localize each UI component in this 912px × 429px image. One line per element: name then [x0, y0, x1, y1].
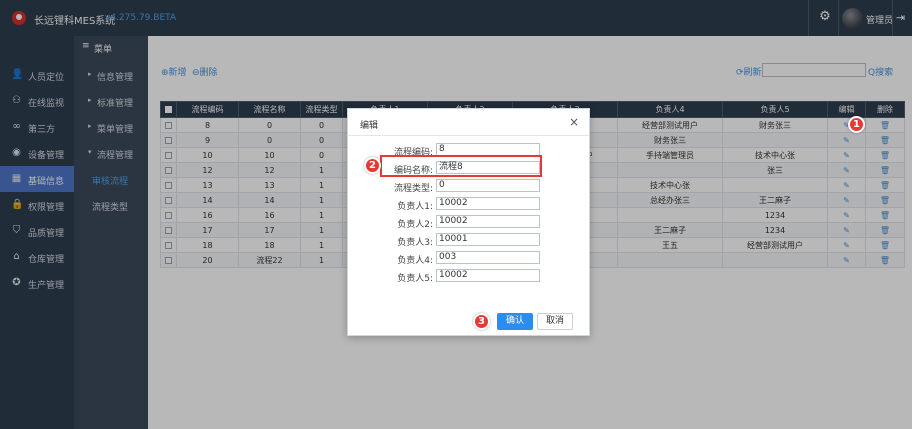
field-label: 流程类型:	[393, 184, 433, 194]
field-label: 负责人5:	[397, 274, 433, 284]
field-label: 负责人1:	[397, 202, 433, 212]
step-marker: 3	[473, 313, 490, 330]
field-process-type: 流程类型: 0	[348, 179, 591, 195]
divider	[348, 135, 589, 136]
step-marker: 2	[364, 157, 381, 174]
field-label: 负责人2:	[397, 220, 433, 230]
owner-4-input[interactable]: 003	[436, 251, 540, 264]
owner-1-input[interactable]: 10002	[436, 197, 540, 210]
close-icon[interactable]: ×	[569, 115, 579, 129]
owner-3-input[interactable]: 10001	[436, 233, 540, 246]
edit-dialog: 编辑 × 流程编码: 8 编码名称: 流程8 流程类型: 0 负责人1: 100…	[347, 108, 590, 336]
owner-2-input[interactable]: 10002	[436, 215, 540, 228]
owner-5-input[interactable]: 10002	[436, 269, 540, 282]
field-owner-5: 负责人5: 10002	[348, 269, 591, 285]
field-owner-3: 负责人3: 10001	[348, 233, 591, 249]
confirm-button[interactable]: 确认	[497, 313, 533, 330]
field-owner-2: 负责人2: 10002	[348, 215, 591, 231]
field-label: 负责人4:	[397, 256, 433, 266]
highlight-box	[380, 155, 542, 177]
field-owner-1: 负责人1: 10002	[348, 197, 591, 213]
process-type-input[interactable]: 0	[436, 179, 540, 192]
field-owner-4: 负责人4: 003	[348, 251, 591, 267]
step-marker: 1	[848, 116, 865, 133]
cancel-button[interactable]: 取消	[537, 313, 573, 330]
field-label: 负责人3:	[397, 238, 433, 248]
dialog-title: 编辑	[360, 121, 379, 131]
